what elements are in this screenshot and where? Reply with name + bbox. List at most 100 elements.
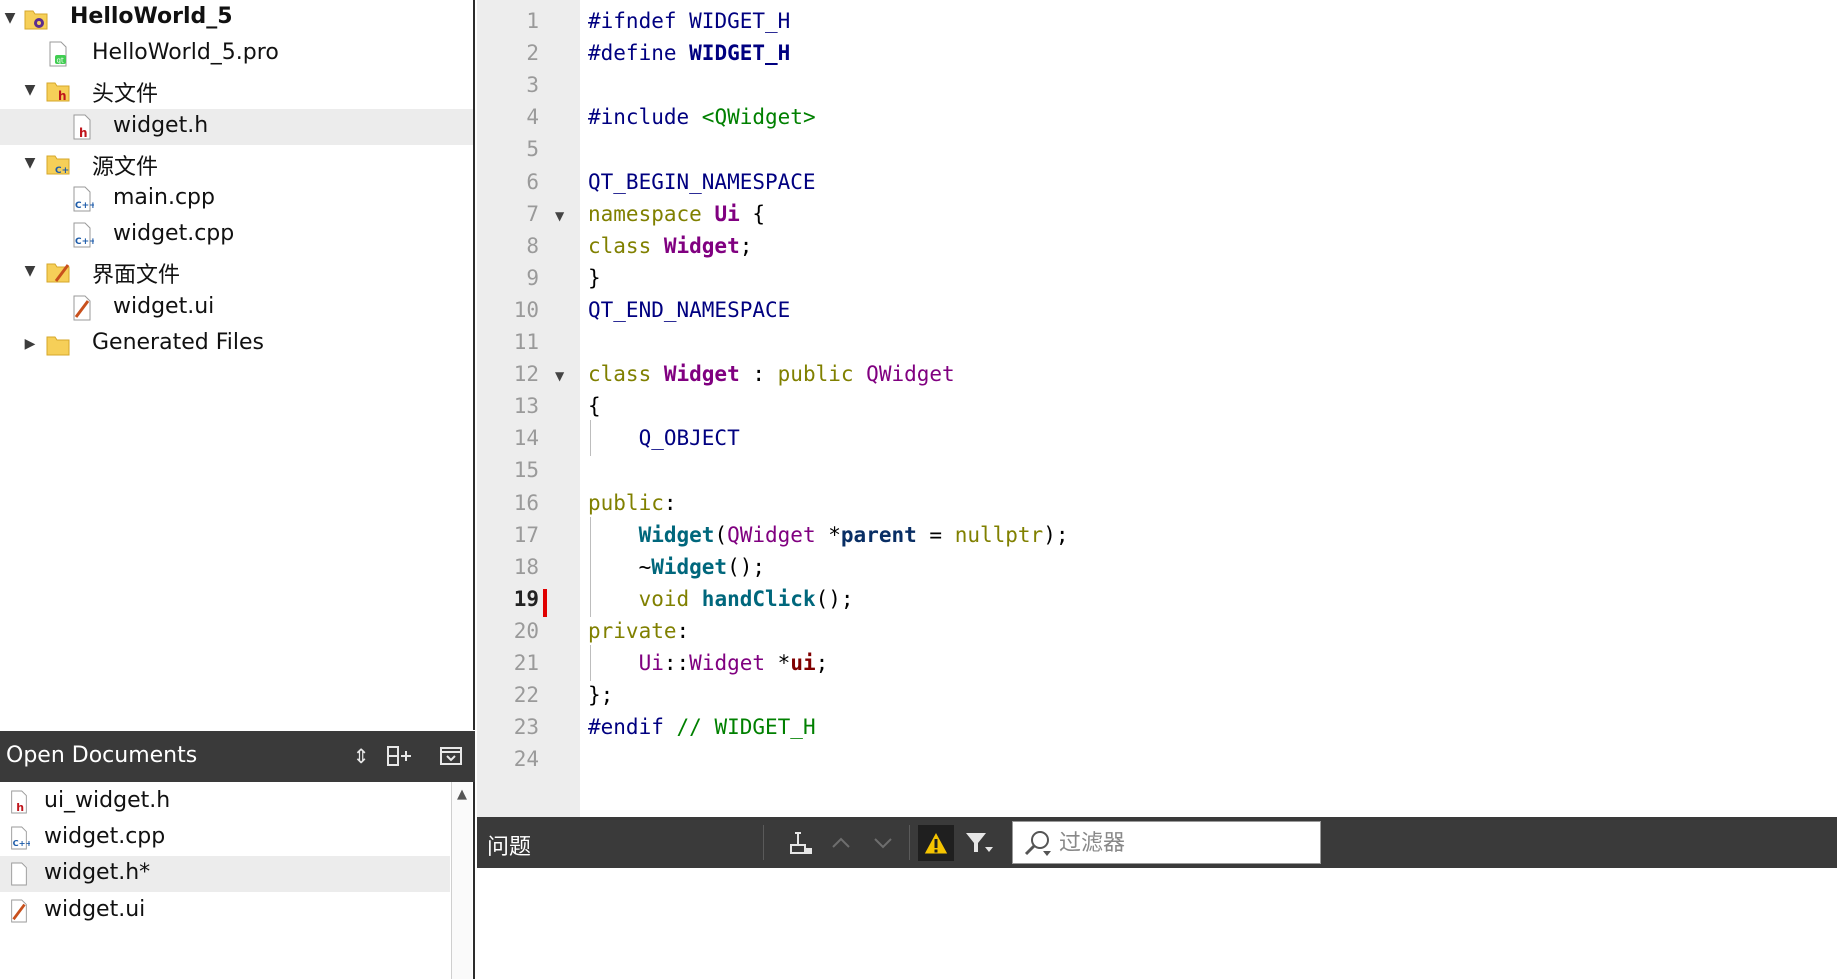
cpp-file-icon: C++ [8,825,33,851]
code-line[interactable]: Ui::Widget *ui; [588,651,829,675]
code-token: :: [663,651,690,675]
code-token: #endif [588,715,677,740]
qt-project-icon [24,5,48,31]
filter-menu-icon[interactable] [961,825,997,861]
tree-item-label: Generated Files [92,329,264,355]
code-line[interactable]: #define WIDGET_H [588,41,790,65]
tree-item[interactable]: ▼ HelloWorld_5 [0,0,473,36]
expand-arrow-icon[interactable]: ▼ [21,81,39,99]
code-line[interactable]: } [588,266,601,290]
code-line[interactable]: namespace Ui { [588,202,765,226]
line-number: 8 [526,233,539,258]
open-document-item[interactable]: C++ widget.cpp [0,820,450,856]
documents-scrollbar[interactable]: ▲ [451,782,472,979]
code-token: Widget [663,362,740,387]
code-token: { [588,394,601,419]
issues-toolbar: 问题 [477,817,1837,868]
expand-arrow-icon[interactable]: ▼ [21,262,39,280]
change-marker [543,589,547,617]
tree-item-label: widget.cpp [113,221,235,247]
fold-arrow-icon[interactable]: ▼ [555,209,569,223]
code-line[interactable]: { [588,394,601,418]
code-line[interactable]: QT_END_NAMESPACE [588,298,790,322]
code-token: QT_END_NAMESPACE [588,297,791,322]
code-line[interactable]: ~Widget(); [588,555,765,579]
open-document-item[interactable]: widget.h* [0,856,450,893]
indent-guide [590,420,591,457]
filter-input[interactable] [1057,822,1316,865]
code-token: : [676,618,690,643]
code-token: ui [790,651,816,675]
code-line[interactable]: Q_OBJECT [588,426,740,450]
code-token: (); [727,554,766,579]
tree-item-label: 头文件 [92,82,159,108]
tree-item[interactable]: ▼ 界面文件 [0,253,473,289]
expand-arrow-icon[interactable]: ▼ [1,9,19,27]
clean-icon[interactable] [783,825,819,861]
folder-icon [46,331,70,357]
code-line[interactable]: void handClick(); [588,587,854,611]
tree-item[interactable]: ▼ C++ 源文件 [0,145,473,181]
svg-text:C++: C++ [75,237,94,247]
collapse-arrow-icon[interactable]: ▶ [21,335,39,353]
chevron-up-icon[interactable] [823,825,859,861]
tree-item[interactable]: widget.ui [0,290,473,326]
sort-updown-icon[interactable]: ⇕ [346,741,376,771]
svg-text:qt: qt [57,57,64,65]
code-token: Ui [714,201,740,226]
tree-item[interactable]: h widget.h [0,108,473,145]
code-token: public [777,362,867,387]
split-add-icon[interactable] [384,741,414,771]
code-line[interactable]: class Widget; [588,234,752,258]
tree-item[interactable]: qt HelloWorld_5.pro [0,36,473,72]
expand-arrow-icon[interactable]: ▼ [21,154,39,172]
header-folder-icon: h [46,77,70,103]
close-pane-icon[interactable] [436,741,466,771]
code-line[interactable]: #endif // WIDGET_H [588,715,816,739]
open-documents-title: Open Documents [6,743,198,768]
filter-box[interactable] [1012,821,1321,865]
tree-item-label: widget.ui [113,293,215,319]
tree-item[interactable]: C++ widget.cpp [0,217,473,253]
tree-item-label: main.cpp [113,185,215,210]
open-document-item[interactable]: h ui_widget.h [0,784,450,820]
code-editor[interactable]: 1 2 3 4 5 6 7 8 9 10 11 12 13 14 15 16 17 18 19 20 21 22 23 24 ▼… [477,0,1837,817]
line-number: 14 [513,426,539,451]
svg-text:C++: C++ [13,838,30,848]
cpp-file-icon: C++ [70,222,97,248]
code-token: WIDGET_H [689,41,791,66]
code-line[interactable]: QT_BEGIN_NAMESPACE [588,170,816,194]
scroll-up-icon[interactable]: ▲ [452,784,472,804]
fold-arrow-icon[interactable]: ▼ [555,369,569,383]
line-number: 13 [513,394,539,419]
indent-guide [590,516,591,617]
open-document-item[interactable]: widget.ui [0,893,450,929]
line-number: 3 [526,73,539,98]
code-token: Widget [638,522,715,547]
code-line[interactable]: }; [588,683,613,707]
code-line[interactable]: private: [588,619,689,643]
code-line[interactable]: public: [588,491,677,515]
tree-item[interactable]: ▼ h 头文件 [0,72,473,108]
code-token: #ifndef [588,9,690,33]
tree-item[interactable]: C++ main.cpp [0,181,473,217]
toolbar-separator [909,825,910,860]
code-token: : [739,362,778,387]
warning-filter-icon[interactable] [918,825,954,861]
ui-file-icon [8,898,30,924]
code-token: QT_BEGIN_NAMESPACE [588,169,816,194]
code-line[interactable]: Widget(QWidget *parent = nullptr); [588,523,1069,547]
line-number: 2 [526,41,539,66]
code-token: public [588,490,664,515]
toolbar-separator [763,825,764,860]
code-token: class [588,233,664,258]
code-line[interactable]: class Widget : public QWidget [588,362,955,386]
code-area[interactable]: #ifndef WIDGET_H #define WIDGET_H #include… [580,0,1837,817]
code-line[interactable]: #include <QWidget> [588,105,816,129]
line-number-gutter: 1 2 3 4 5 6 7 8 9 10 11 12 13 14 15 16 17 18 19 20 21 22 23 24 ▼… [477,0,580,817]
code-line[interactable]: #ifndef WIDGET_H [588,9,790,33]
tree-item[interactable]: ▶ Generated Files [0,326,473,362]
chevron-down-icon[interactable] [865,825,901,861]
